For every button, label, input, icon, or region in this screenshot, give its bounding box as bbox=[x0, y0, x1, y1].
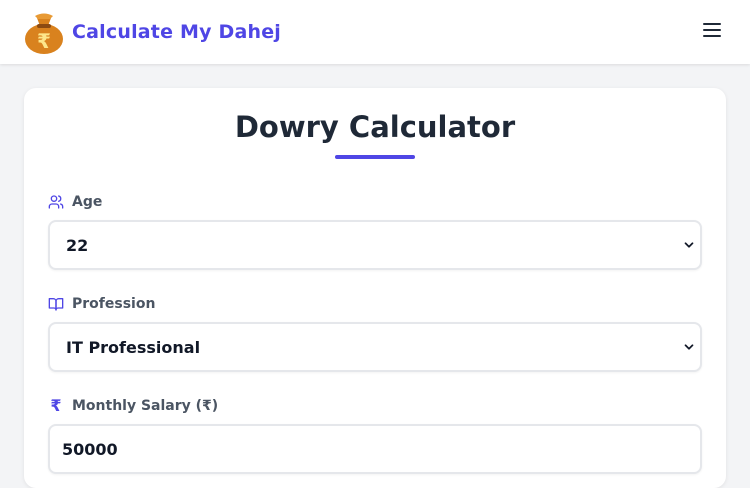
profession-label-text: Profession bbox=[72, 296, 156, 312]
salary-input[interactable]: 50000 bbox=[48, 424, 702, 474]
age-label: Age bbox=[48, 192, 102, 212]
top-navbar: ₹ Calculate My Dahej bbox=[0, 0, 750, 64]
profession-value: IT Professional bbox=[66, 337, 201, 357]
age-label-text: Age bbox=[72, 194, 103, 210]
chevron-down-icon bbox=[684, 242, 694, 248]
users-icon bbox=[48, 194, 64, 210]
title-underline bbox=[335, 155, 415, 159]
open-book-icon bbox=[48, 296, 64, 312]
salary-label: ₹ Monthly Salary (₹) bbox=[48, 396, 218, 416]
profession-label: Profession bbox=[48, 294, 155, 314]
svg-text:₹: ₹ bbox=[37, 29, 51, 53]
chevron-down-icon bbox=[684, 344, 694, 350]
dowry-calculator-card: Dowry Calculator Age 22 Profession IT Pr… bbox=[24, 88, 726, 488]
brand[interactable]: ₹ Calculate My Dahej bbox=[24, 10, 281, 54]
money-bag-rupee-icon: ₹ bbox=[24, 10, 64, 54]
salary-label-text: Monthly Salary (₹) bbox=[72, 398, 219, 414]
page-title: Dowry Calculator bbox=[234, 110, 516, 144]
rupee-icon: ₹ bbox=[50, 396, 62, 415]
profession-select[interactable]: IT Professional bbox=[48, 322, 702, 372]
hamburger-menu-icon[interactable] bbox=[703, 19, 725, 41]
brand-title: Calculate My Dahej bbox=[72, 21, 282, 43]
age-value: 22 bbox=[66, 235, 89, 255]
age-select[interactable]: 22 bbox=[48, 220, 702, 270]
